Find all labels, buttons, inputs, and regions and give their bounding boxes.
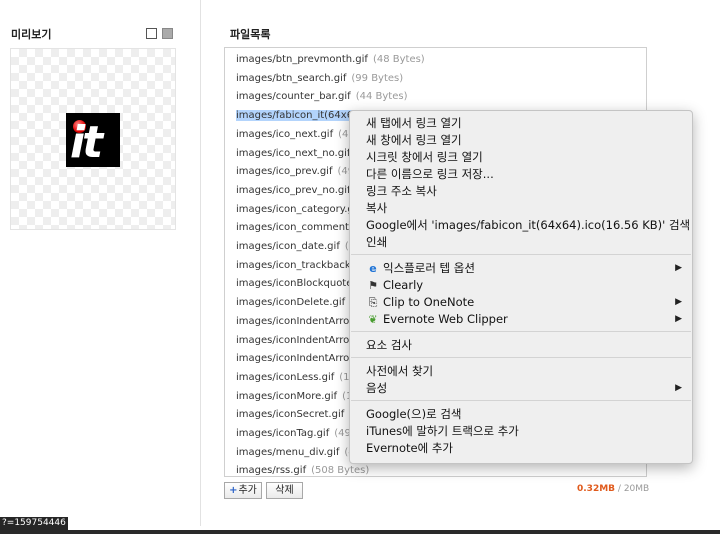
menu-item-label: 다른 이름으로 링크 저장... — [366, 167, 494, 181]
context-menu-item[interactable]: 링크 주소 복사 — [366, 183, 682, 200]
submenu-arrow-icon: ▶ — [675, 297, 682, 307]
file-name: images/menu_div.gif — [236, 446, 340, 458]
file-size: (48 Bytes) — [372, 54, 425, 65]
file-name: images/icon_category.gif — [236, 203, 361, 215]
file-list-item[interactable]: images/btn_prevmonth.gif (48 Bytes) — [236, 52, 425, 68]
file-list-item[interactable]: images/rss.gif (508 Bytes) — [236, 463, 370, 477]
submenu-arrow-icon: ▶ — [675, 314, 682, 324]
onenote-icon: ⎘ — [368, 296, 378, 309]
menu-separator — [351, 400, 691, 401]
status-url-bar: ?=159754446 — [0, 517, 68, 530]
preview-title: 미리보기 — [11, 28, 52, 41]
context-menu-item[interactable]: ⎘ Clip to OneNote ▶ — [366, 294, 682, 311]
menu-item-label: Evernote Web Clipper — [383, 312, 508, 326]
file-name: images/icon_date.gif — [236, 241, 340, 252]
context-menu: 새 탭에서 링크 열기새 창에서 링크 열기시크릿 창에서 링크 열기다른 이름… — [349, 110, 693, 464]
evernote-icon: ❦ — [368, 313, 378, 326]
menu-item-label: 복사 — [366, 201, 388, 215]
context-menu-item[interactable]: ⚑ Clearly — [366, 277, 682, 294]
add-button-label: 추가 — [238, 485, 257, 496]
menu-item-label: 인쇄 — [366, 235, 388, 249]
menu-separator — [351, 331, 691, 332]
storage-usage: 0.32MB / 20MB — [577, 483, 649, 495]
storage-used: 0.32MB — [577, 484, 616, 494]
menu-item-label: iTunes에 말하기 트랙으로 추가 — [366, 424, 519, 438]
menu-separator — [351, 357, 691, 358]
bottom-border — [0, 530, 720, 534]
context-menu-item[interactable]: 요소 검사 — [366, 337, 682, 354]
storage-total: 20MB — [623, 484, 650, 494]
submenu-arrow-icon: ▶ — [675, 263, 682, 273]
menu-item-label: 시크릿 창에서 링크 열기 — [366, 150, 483, 164]
menu-item-label: 익스플로러 텝 옵션 — [383, 261, 475, 275]
context-menu-item[interactable]: 사전에서 찾기 — [366, 363, 682, 380]
file-size: (44 Bytes) — [355, 91, 408, 103]
file-name: images/ico_next.gif — [236, 128, 334, 140]
file-name: images/icon_trackback.gif — [236, 259, 367, 271]
file-list-item[interactable]: images/counter_bar.gif (44 Bytes) — [236, 89, 407, 105]
add-file-button[interactable]: +추가 — [224, 482, 262, 499]
context-menu-item[interactable]: Google에서 'images/fabicon_it(64x64).ico(1… — [366, 217, 690, 234]
context-menu-item[interactable]: iTunes에 말하기 트랙으로 추가 — [366, 423, 682, 440]
plus-icon: + — [229, 485, 238, 496]
file-name: images/icon_comment.gif — [236, 222, 365, 234]
context-menu-item[interactable]: 새 창에서 링크 열기 — [366, 132, 682, 149]
file-list-item[interactable]: images/btn_search.gif (99 Bytes) — [236, 71, 403, 87]
ie-tab-icon: e — [369, 262, 377, 275]
context-menu-item[interactable]: 음성 ▶ — [366, 380, 682, 397]
file-name: images/ico_prev.gif — [236, 166, 333, 178]
file-name: images/iconDelete.gif — [236, 297, 346, 309]
menu-item-label: 새 탭에서 링크 열기 — [366, 116, 462, 130]
file-name: images/rss.gif — [236, 465, 307, 477]
menu-item-label: 음성 — [366, 381, 388, 395]
menu-separator — [351, 254, 691, 255]
context-menu-item[interactable]: e 익스플로러 텝 옵션 ▶ — [366, 260, 682, 277]
file-size: (508 Bytes) — [311, 465, 370, 477]
menu-item-label: 요소 검사 — [366, 338, 412, 352]
menu-item-label: 새 창에서 링크 열기 — [366, 133, 462, 147]
file-name: images/btn_prevmonth.gif — [236, 54, 368, 65]
context-menu-item[interactable]: ❦ Evernote Web Clipper ▶ — [366, 311, 682, 328]
context-menu-item[interactable]: 시크릿 창에서 링크 열기 — [366, 149, 682, 166]
menu-item-label: Clearly — [383, 278, 424, 292]
preview-logo-image: it — [66, 113, 120, 167]
file-name: images/iconTag.gif — [236, 428, 330, 439]
menu-item-label: Evernote에 추가 — [366, 441, 453, 455]
menu-item-label: 링크 주소 복사 — [366, 184, 437, 198]
context-menu-item[interactable]: 복사 — [366, 200, 682, 217]
menu-item-label: 사전에서 찾기 — [366, 364, 434, 378]
file-name: images/counter_bar.gif — [236, 91, 351, 103]
preview-panel: 미리보기 it — [0, 0, 201, 526]
delete-file-button[interactable]: 삭제 — [266, 482, 303, 499]
context-menu-item[interactable]: Evernote에 추가 — [366, 440, 682, 457]
white-background-toggle[interactable] — [146, 28, 157, 39]
file-name: images/iconLess.gif — [236, 371, 335, 383]
file-name: images/ico_prev_no.gif — [236, 184, 351, 196]
file-list-title: 파일목록 — [230, 28, 271, 41]
file-name: images/iconMore.gif — [236, 390, 338, 402]
file-name: images/ico_next_no.gif — [236, 147, 351, 159]
logo-text: it — [70, 117, 103, 167]
file-name: images/iconSecret.gif — [236, 409, 345, 421]
storage-separator: / — [617, 484, 621, 494]
preview-image-area: it — [10, 48, 176, 230]
menu-item-label: Google에서 'images/fabicon_it(64x64).ico(1… — [366, 218, 691, 232]
menu-item-label: Clip to OneNote — [383, 295, 475, 309]
file-size: (99 Bytes) — [351, 72, 404, 84]
clearly-icon: ⚑ — [368, 279, 378, 292]
context-menu-item[interactable]: 다른 이름으로 링크 저장... — [366, 166, 682, 183]
submenu-arrow-icon: ▶ — [675, 383, 682, 393]
menu-item-label: Google(으)로 검색 — [366, 407, 462, 421]
context-menu-item[interactable]: Google(으)로 검색 — [366, 406, 682, 423]
context-menu-item[interactable]: 새 탭에서 링크 열기 — [366, 115, 682, 132]
file-name: images/btn_search.gif — [236, 72, 347, 84]
gray-background-toggle[interactable] — [162, 28, 173, 39]
context-menu-item[interactable]: 인쇄 — [366, 234, 682, 251]
